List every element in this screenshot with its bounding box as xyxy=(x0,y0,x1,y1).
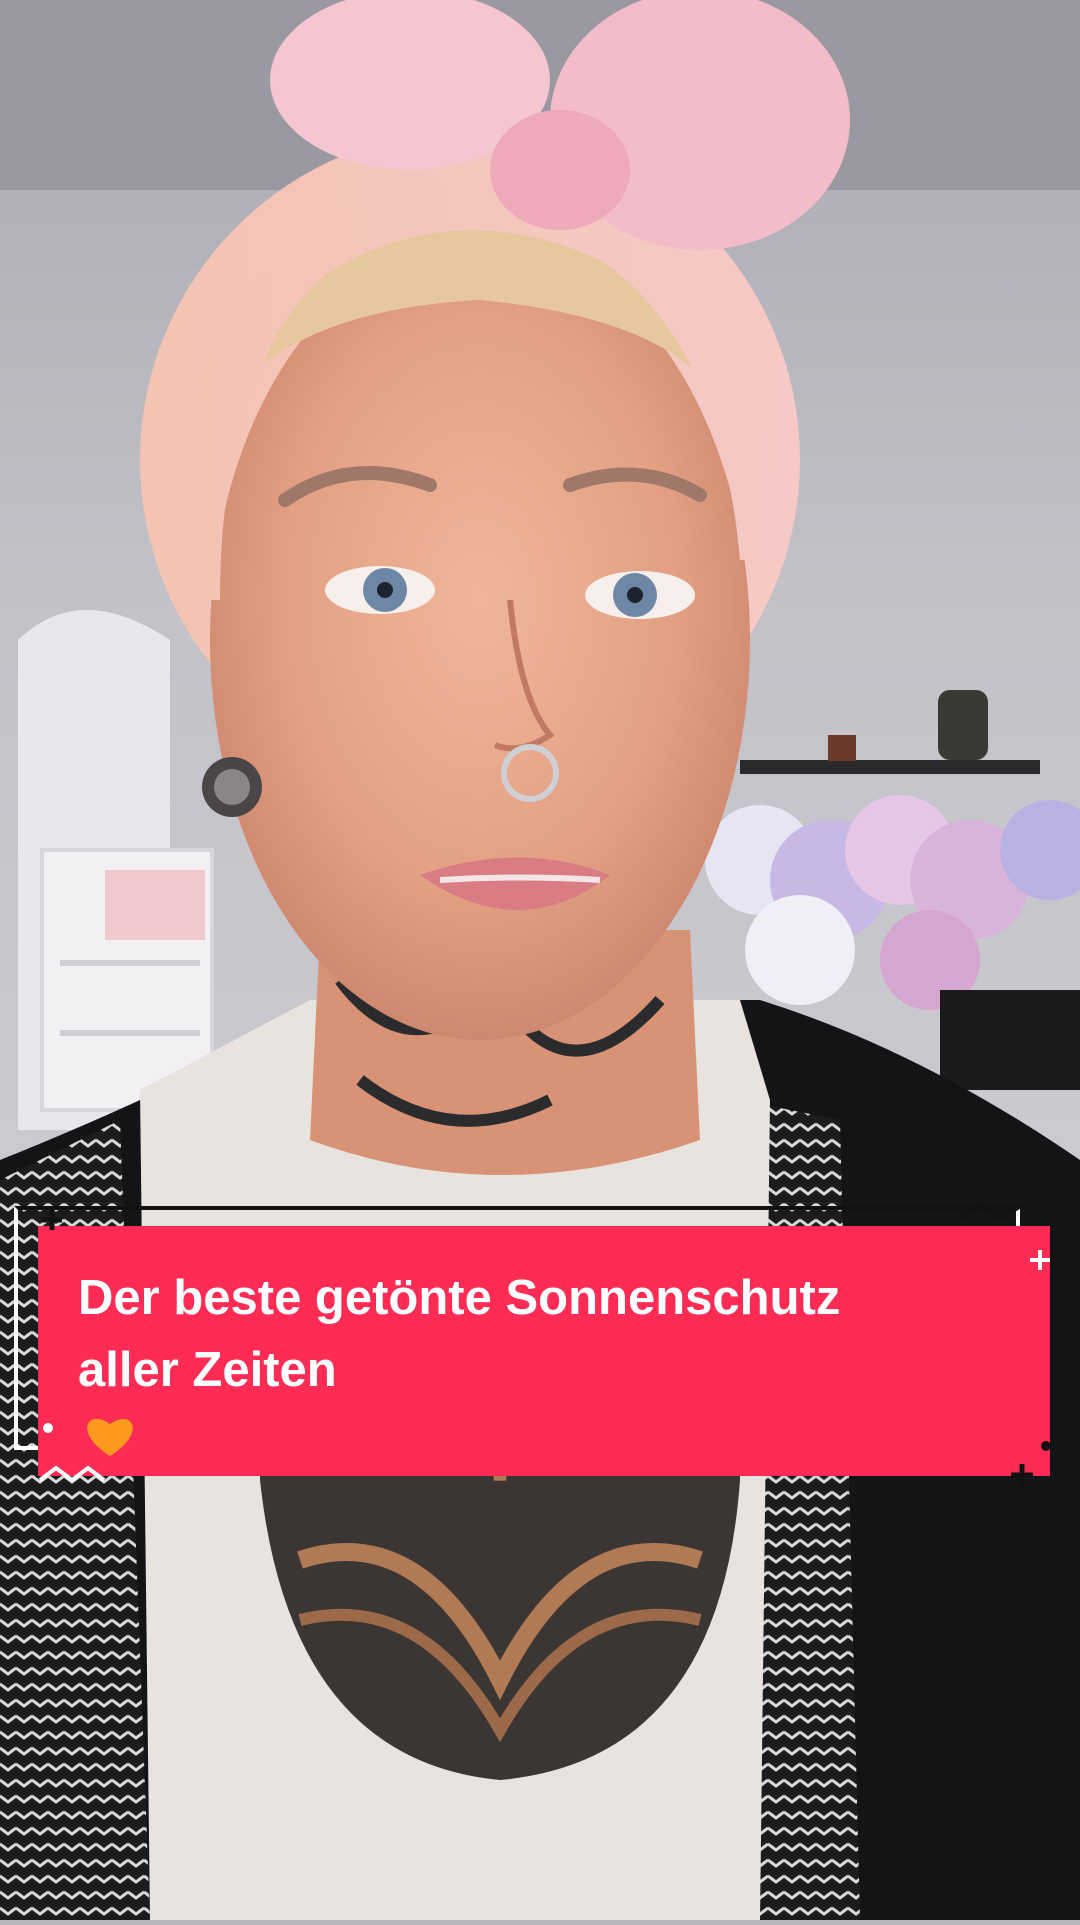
orange-heart-icon xyxy=(84,1406,978,1478)
caption-line-2: aller Zeiten xyxy=(78,1334,978,1478)
caption-text: Der beste getönte Sonnenschutz aller Zei… xyxy=(78,1262,978,1478)
caption-line-1: Der beste getönte Sonnenschutz xyxy=(78,1271,841,1325)
video-frame xyxy=(0,0,1080,1920)
wall-shelf xyxy=(740,760,1040,774)
face xyxy=(210,240,750,1040)
